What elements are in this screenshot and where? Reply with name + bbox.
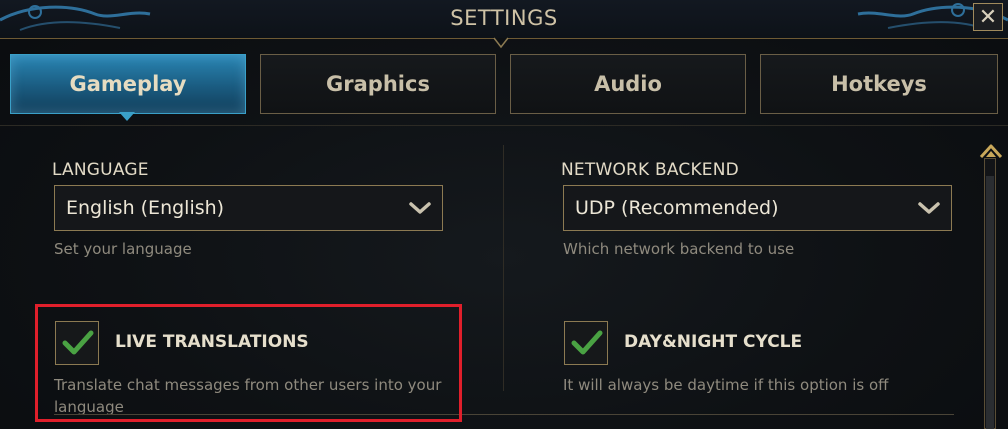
day-night-cycle-checkbox[interactable] <box>564 321 608 365</box>
day-night-cycle-hint: It will always be daytime if this option… <box>563 376 889 394</box>
network-backend-value: UDP (Recommended) <box>575 197 779 219</box>
tab-label: Audio <box>594 72 662 96</box>
column-divider <box>503 145 504 391</box>
tab-graphics[interactable]: Graphics <box>260 54 496 114</box>
close-icon: ✕ <box>978 5 998 30</box>
tab-label: Hotkeys <box>831 72 927 96</box>
day-night-cycle-label: DAY&NIGHT CYCLE <box>624 332 803 352</box>
tab-gameplay[interactable]: Gameplay <box>10 54 246 114</box>
language-value: English (English) <box>66 197 225 219</box>
tab-label: Gameplay <box>69 72 187 96</box>
settings-window: SETTINGS ✕ Gameplay Graphics Audio Hotke… <box>0 0 1008 429</box>
language-select[interactable]: English (English) <box>54 185 443 231</box>
window-title: SETTINGS <box>450 6 558 30</box>
title-bar: SETTINGS ✕ <box>0 0 1008 39</box>
highlight-box <box>35 304 462 422</box>
scroll-up-icon[interactable] <box>979 143 1003 159</box>
checkmark-icon <box>571 330 603 355</box>
language-label: LANGUAGE <box>52 160 149 180</box>
chevron-down-icon <box>918 202 940 214</box>
tab-hotkeys[interactable]: Hotkeys <box>760 54 998 114</box>
chevron-down-icon <box>409 202 431 214</box>
scrollbar-thumb[interactable] <box>986 176 994 429</box>
language-hint: Set your language <box>54 240 192 258</box>
tab-divider <box>0 125 1008 126</box>
tab-label: Graphics <box>326 72 430 96</box>
title-notch-icon <box>493 37 509 49</box>
network-backend-select[interactable]: UDP (Recommended) <box>563 185 952 231</box>
active-tab-pointer-icon <box>119 112 135 121</box>
network-backend-hint: Which network backend to use <box>563 240 795 258</box>
close-button[interactable]: ✕ <box>973 3 1003 31</box>
network-backend-label: NETWORK BACKEND <box>561 160 739 180</box>
tab-audio[interactable]: Audio <box>510 54 746 114</box>
